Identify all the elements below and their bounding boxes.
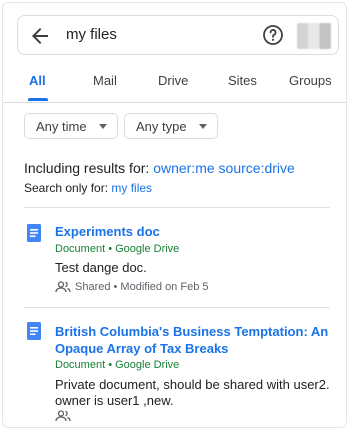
any-time-label: Any time [36,119,87,134]
shared-people-icon [55,281,71,293]
any-type-filter[interactable]: Any type [124,113,218,139]
chevron-down-icon [99,124,107,129]
active-tab-indicator [28,98,48,101]
including-prefix: Including results for: [24,160,150,176]
avatar[interactable] [297,23,331,49]
result-meta [55,410,75,422]
app-frame: my files All Mail Drive Sites Groups Any… [2,2,347,428]
search-tabs: All Mail Drive Sites Groups [3,63,346,103]
result-source: Document • Google Drive [55,243,180,255]
search-only-prefix: Search only for: [24,181,109,195]
including-results: Including results for: owner:me source:d… [24,160,295,176]
including-query-link[interactable]: owner:me source:drive [153,160,295,176]
result-source: Document • Google Drive [55,359,180,371]
tab-groups[interactable]: Groups [289,73,332,88]
shared-people-icon [55,410,71,422]
result-meta-text: Shared • Modified on Feb 5 [75,281,209,293]
tab-all[interactable]: All [29,73,46,88]
doc-icon [26,322,42,340]
result-title[interactable]: British Columbia's Business Temptation: … [55,323,330,357]
search-query[interactable]: my files [66,26,117,43]
tab-drive[interactable]: Drive [158,73,188,88]
back-arrow-icon[interactable] [28,24,52,48]
result-snippet: Test dange doc. [55,260,147,275]
search-only-for: Search only for: my files [24,181,152,195]
divider [24,207,330,208]
result-snippet: Private document, should be shared with … [55,377,330,408]
doc-icon [26,224,42,242]
tab-mail[interactable]: Mail [93,73,117,88]
help-icon[interactable] [261,23,285,47]
result-title[interactable]: Experiments doc [55,223,330,240]
chevron-down-icon [199,124,207,129]
result-meta: Shared • Modified on Feb 5 [55,281,209,293]
search-bar[interactable]: my files [17,15,339,55]
any-type-label: Any type [136,119,187,134]
search-only-link[interactable]: my files [111,181,152,195]
divider [24,307,330,308]
tab-sites[interactable]: Sites [228,73,257,88]
any-time-filter[interactable]: Any time [24,113,118,139]
